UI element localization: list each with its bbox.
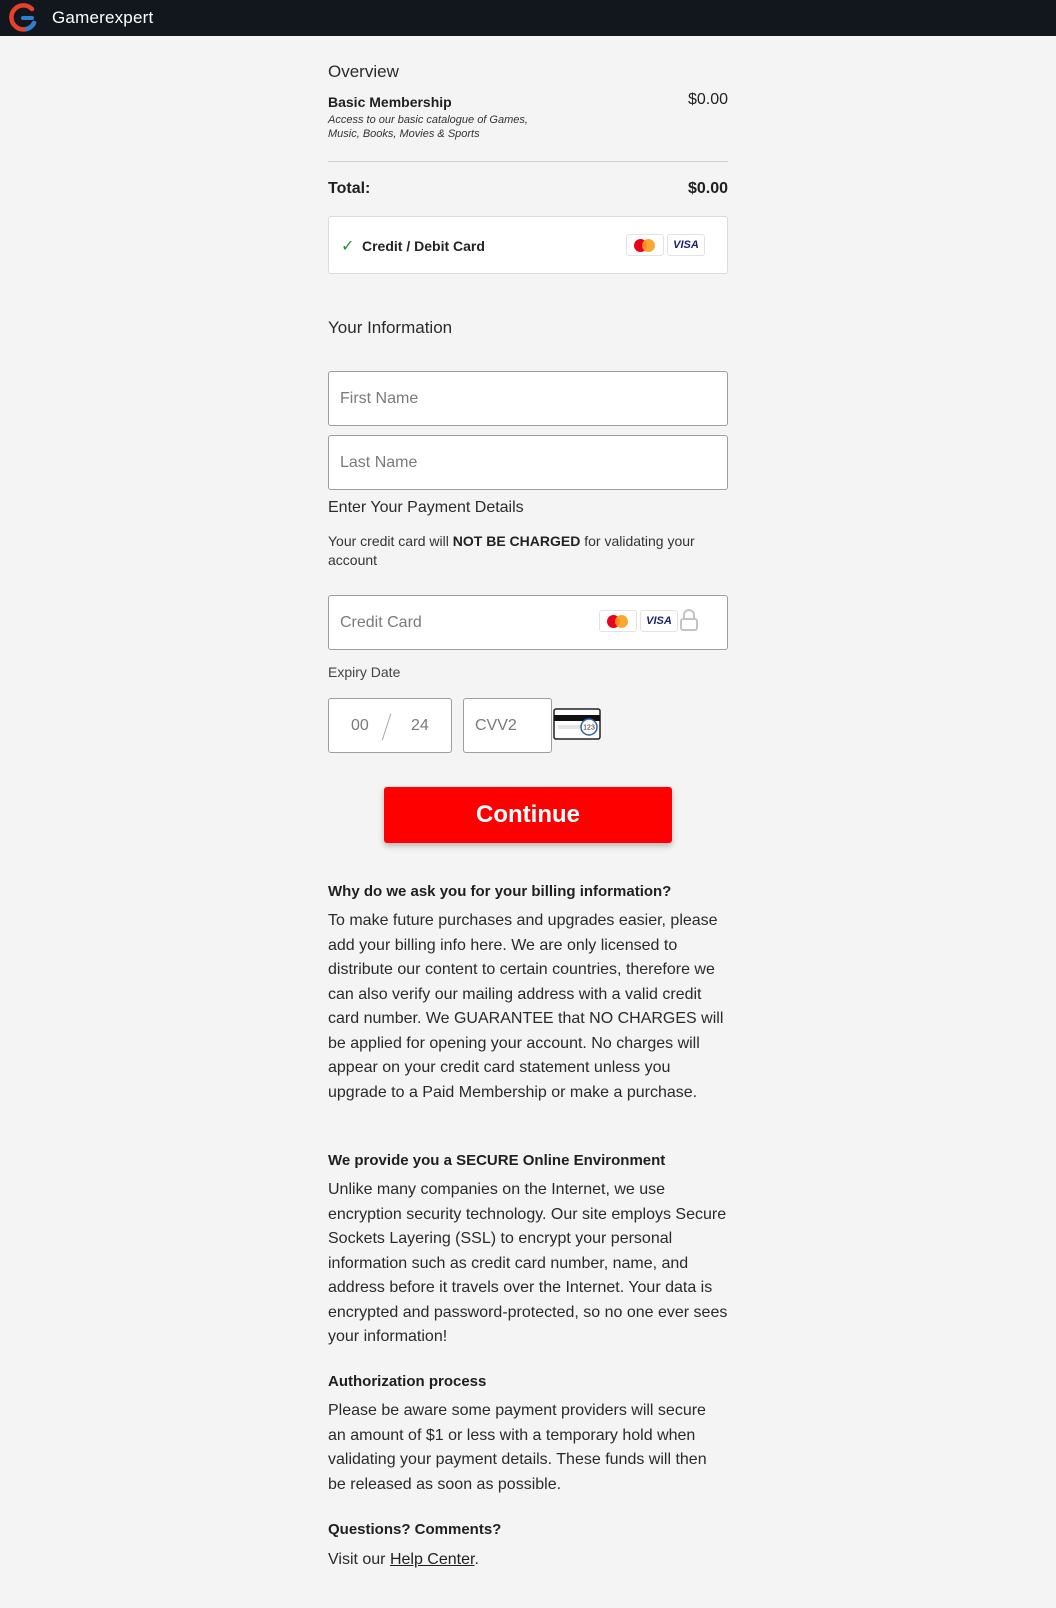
payment-details-heading: Enter Your Payment Details xyxy=(328,499,524,516)
expiry-date-field[interactable]: 00 24 xyxy=(328,698,452,753)
questions-title: Questions? Comments? xyxy=(328,1521,502,1538)
expiry-separator xyxy=(381,713,392,741)
top-bar: Gamerexpert xyxy=(0,0,1056,36)
faq-body-billing: To make future purchases and upgrades ea… xyxy=(328,912,724,1101)
your-information-heading: Your Information xyxy=(328,318,453,337)
expiry-year-value[interactable]: 24 xyxy=(411,717,429,735)
visa-icon: VISA xyxy=(640,610,678,632)
first-name-input[interactable] xyxy=(328,371,728,426)
brand-name[interactable]: Gamerexpert xyxy=(52,8,153,28)
visa-logo-text: VISA xyxy=(646,615,672,627)
overview-heading: Overview xyxy=(328,62,399,81)
payment-note: Your credit card will NOT BE CHARGED for… xyxy=(328,533,695,568)
gamerexpert-logo-icon[interactable] xyxy=(8,3,38,33)
total-value: $0.00 xyxy=(687,180,728,197)
total-label: Total: xyxy=(328,180,371,197)
plan-name: Basic Membership xyxy=(328,94,452,110)
questions-text: Visit our Help Center. xyxy=(328,1551,479,1568)
expiry-month-value[interactable]: 00 xyxy=(351,717,369,735)
divider xyxy=(328,161,728,162)
faq-title-secure: We provide you a SECURE Online Environme… xyxy=(328,1152,666,1169)
mastercard-icon xyxy=(599,610,637,632)
payment-method-label: Credit / Debit Card xyxy=(362,238,485,254)
cvv-icon-text: 123 xyxy=(583,725,595,732)
faq-body-secure: Unlike many companies on the Internet, w… xyxy=(328,1181,728,1345)
plan-price: $0.00 xyxy=(687,91,728,108)
checkmark-icon: ✓ xyxy=(341,238,355,255)
continue-button[interactable]: Continue xyxy=(384,787,672,843)
visa-logo-text: VISA xyxy=(673,239,699,251)
plan-description: Access to our basic catalogue of Games, … xyxy=(328,114,528,140)
last-name-input[interactable] xyxy=(328,435,728,490)
payment-method-option[interactable]: ✓ Credit / Debit Card VISA xyxy=(328,216,728,274)
visa-icon: VISA xyxy=(667,234,705,256)
faq-title-authorization: Authorization process xyxy=(328,1373,487,1390)
card-cvv-icon: 123 xyxy=(553,708,601,740)
faq-title-billing: Why do we ask you for your billing infor… xyxy=(328,883,672,900)
expiry-date-label: Expiry Date xyxy=(328,664,401,680)
mastercard-icon xyxy=(626,234,664,256)
help-center-link[interactable]: Help Center xyxy=(390,1551,475,1568)
faq-body-authorization: Please be aware some payment providers w… xyxy=(328,1402,707,1493)
cvv-input[interactable] xyxy=(463,698,552,753)
lock-icon xyxy=(680,609,698,631)
